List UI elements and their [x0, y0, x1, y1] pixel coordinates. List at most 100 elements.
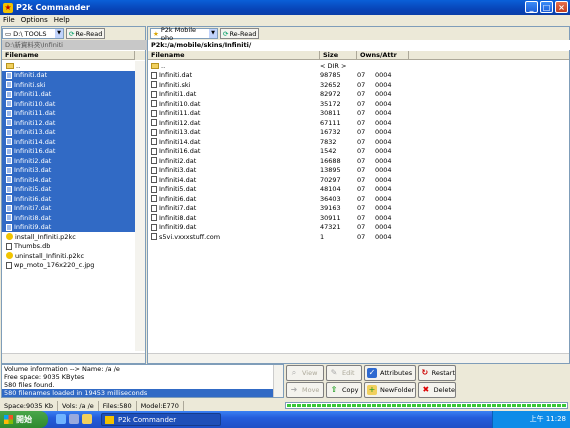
column-filename[interactable]: Filename [2, 51, 135, 60]
file-row[interactable]: .. [2, 61, 140, 71]
tray-clock[interactable]: 上午 11:28 [530, 415, 566, 423]
new-folder-button[interactable]: + NewFolder [364, 382, 416, 398]
column-filename[interactable]: Filename [148, 51, 320, 60]
file-name: Infiniti12.dat [14, 118, 56, 127]
file-row[interactable]: Infiniti7.dat 39163 07 0004 [148, 204, 569, 214]
info-log: Volume information --> Name: /a /e Free … [1, 364, 284, 398]
delete-button[interactable]: ✖ Delete [418, 382, 456, 398]
file-row[interactable]: Infiniti.ski [2, 80, 140, 90]
copy-button[interactable]: ⇧ Copy [326, 382, 362, 398]
file-row[interactable]: Infiniti12.dat 67111 07 0004 [148, 118, 569, 128]
file-owns: 07 [357, 166, 366, 175]
file-row[interactable]: Infiniti3.dat [2, 165, 140, 175]
file-row[interactable]: Thumbs.db [2, 242, 140, 252]
file-row[interactable]: install_Infiniti.p2kc [2, 232, 140, 242]
file-row[interactable]: Infiniti8.dat [2, 213, 140, 223]
menu-help[interactable]: Help [54, 15, 70, 25]
start-button[interactable]: 開始 [0, 411, 48, 428]
local-vertical-scrollbar[interactable] [135, 61, 145, 351]
file-icon [151, 109, 157, 117]
file-row[interactable]: Infiniti7.dat [2, 203, 140, 213]
file-row[interactable]: uninstall_Infiniti.p2kc [2, 251, 140, 261]
file-icon [6, 185, 12, 193]
file-name: Infiniti6.dat [14, 194, 52, 203]
file-row[interactable]: Infiniti10.dat [2, 99, 140, 109]
file-row[interactable]: Infiniti2.dat 16688 07 0004 [148, 156, 569, 166]
file-row[interactable]: Infiniti6.dat 36403 07 0004 [148, 194, 569, 204]
restart-button[interactable]: ↻ Restart [418, 365, 456, 381]
file-row[interactable]: Infiniti5.dat [2, 184, 140, 194]
file-attr: 0004 [375, 223, 392, 232]
file-row[interactable]: Infiniti4.dat 70297 07 0004 [148, 175, 569, 185]
local-drive-select[interactable]: ▭ D:\ TOOLS ▼ [2, 28, 64, 39]
taskbar-item-p2k[interactable]: P2k Commander [101, 413, 221, 426]
file-row[interactable]: Infiniti9.dat [2, 222, 140, 232]
file-row[interactable]: Infiniti4.dat [2, 175, 140, 185]
file-row[interactable]: Infiniti10.dat 35172 07 0004 [148, 99, 569, 109]
menu-options[interactable]: Options [21, 15, 48, 25]
file-row[interactable]: Infiniti16.dat 1542 07 0004 [148, 147, 569, 157]
phone-drive-select[interactable]: ★ P2k Mobile pho ▼ [150, 26, 218, 42]
menu-file[interactable]: File [3, 15, 15, 25]
file-size: 16732 [320, 128, 341, 137]
maximize-button[interactable]: □ [540, 1, 553, 13]
file-row[interactable]: Infiniti11.dat 30811 07 0004 [148, 109, 569, 119]
status-vols: Vols: /a /e [58, 401, 99, 411]
file-row[interactable]: Infiniti16.dat [2, 146, 140, 156]
move-button[interactable]: ➜ Move [286, 382, 324, 398]
file-icon [151, 138, 157, 146]
file-name: Infiniti3.dat [14, 166, 52, 175]
file-name: Infiniti11.dat [159, 109, 201, 118]
ie-icon[interactable] [56, 414, 66, 424]
file-owns-attr: 07 0004 [357, 109, 409, 117]
phone-icon: ★ [153, 29, 159, 38]
local-file-list: .. Infiniti.dat Infiniti.ski Infiniti1.dat I… [2, 61, 145, 270]
file-row[interactable]: Infiniti.ski 32652 07 0004 [148, 80, 569, 90]
file-row[interactable]: Infiniti3.dat 13895 07 0004 [148, 166, 569, 176]
file-row[interactable]: Infiniti14.dat [2, 137, 140, 147]
file-row[interactable]: Infiniti5.dat 48104 07 0004 [148, 185, 569, 195]
phone-reread-button[interactable]: ⟳ Re-Read [220, 28, 260, 39]
file-row[interactable]: Infiniti2.dat [2, 156, 140, 166]
file-row[interactable]: .. < DIR > [148, 61, 569, 71]
local-horizontal-scrollbar[interactable] [2, 353, 145, 363]
file-row[interactable]: Infiniti14.dat 7832 07 0004 [148, 137, 569, 147]
file-row[interactable]: s5vi.vxxxstuff.com 1 07 0004 [148, 232, 569, 242]
chevron-down-icon: ▼ [209, 29, 217, 38]
file-row[interactable]: Infiniti11.dat [2, 108, 140, 118]
file-row[interactable]: Infiniti6.dat [2, 194, 140, 204]
file-name: Infiniti2.dat [159, 156, 197, 165]
window-title: P2k Commander [16, 3, 90, 12]
file-row[interactable]: Infiniti8.dat 30911 07 0004 [148, 213, 569, 223]
column-owns-attr[interactable]: Owns/Attr [357, 51, 409, 60]
show-desktop-icon[interactable] [69, 414, 79, 424]
file-row[interactable]: Infiniti9.dat 47321 07 0004 [148, 223, 569, 233]
phone-horizontal-scrollbar[interactable] [148, 353, 569, 363]
column-size[interactable]: Size [320, 51, 357, 60]
file-row[interactable]: Infiniti13.dat [2, 127, 140, 137]
explorer-icon[interactable] [82, 414, 92, 424]
file-size: 30811 [320, 109, 341, 118]
minimize-button[interactable]: _ [525, 1, 538, 13]
edit-button[interactable]: ✎ Edit [326, 365, 362, 381]
file-row[interactable]: Infiniti1.dat [2, 89, 140, 99]
file-icon [6, 242, 12, 250]
local-pane: ▭ D:\ TOOLS ▼ ⟳ Re-Read D:\新資料夾\Infiniti… [1, 26, 148, 364]
attributes-button[interactable]: ✓ Attributes [364, 365, 416, 381]
folder-icon [151, 62, 159, 69]
info-scrollbar[interactable] [273, 365, 283, 397]
close-button[interactable]: × [555, 1, 568, 13]
file-row[interactable]: Infiniti.dat [2, 70, 140, 80]
local-reread-button[interactable]: ⟳ Re-Read [66, 28, 106, 39]
file-row[interactable]: wp_moto_176x220_c.jpg [2, 261, 140, 271]
file-row[interactable]: Infiniti13.dat 16732 07 0004 [148, 128, 569, 138]
file-row[interactable]: Infiniti1.dat 82972 07 0004 [148, 90, 569, 100]
file-row[interactable]: Infiniti12.dat [2, 118, 140, 128]
file-row[interactable]: Infiniti.dat 98785 07 0004 [148, 71, 569, 81]
file-owns: 07 [357, 99, 366, 108]
view-button[interactable]: ⌕ View [286, 365, 324, 381]
file-name: s5vi.vxxxstuff.com [159, 232, 221, 241]
file-owns-attr: 07 0004 [357, 176, 409, 184]
file-owns-attr: 07 0004 [357, 214, 409, 222]
title-bar[interactable]: ★ P2k Commander _ □ × [0, 0, 570, 15]
